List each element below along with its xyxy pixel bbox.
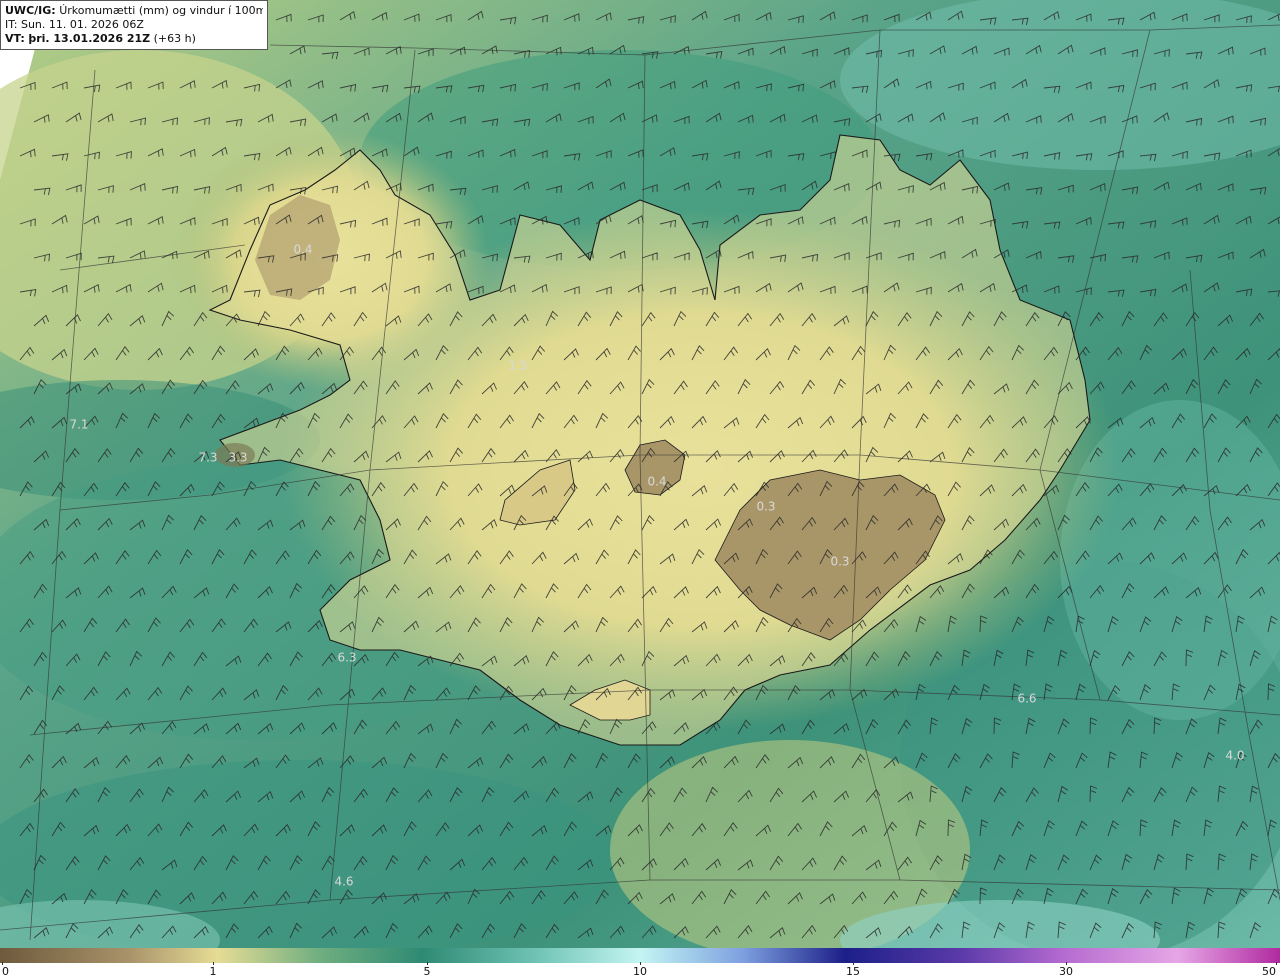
colorbar: 0 1 5 10 15 30 50 <box>0 948 1280 978</box>
colorbar-tick-label: 1 <box>209 965 217 978</box>
colorbar-tick-label: 5 <box>423 965 431 978</box>
map-header: UWC/IG: Úrkomumætti (mm) og vindur í 100… <box>0 0 268 50</box>
value-label-west-sea: 7.1 <box>69 418 88 432</box>
value-label-westfjords: 0.4 <box>293 243 312 257</box>
value-label-south-sea: 4.6 <box>334 875 353 889</box>
colorbar-tick-label: 30 <box>1059 965 1073 978</box>
header-init-time: IT: Sun. 11. 01. 2026 06Z <box>5 18 144 31</box>
colorbar-tick-label: 0 <box>2 965 9 978</box>
value-label-snaefellsnes-b: 3.3 <box>228 451 247 465</box>
colorbar-gradient <box>0 948 1280 963</box>
header-parameter: Úrkomumætti (mm) og vindur í 100m hæð <box>59 4 263 17</box>
colorbar-tick-label: 50 <box>1262 965 1276 978</box>
value-label-vatnajokull-s: 0.3 <box>830 555 849 569</box>
header-model: UWC/IG: <box>5 4 56 17</box>
value-label-langjokull: 0.4 <box>647 475 666 489</box>
colorbar-tick-mark <box>213 962 214 965</box>
colorbar-tick-label: 15 <box>846 965 860 978</box>
header-title: UWC/IG: Úrkomumætti (mm) og vindur í 100… <box>5 4 263 18</box>
colorbar-tick-mark <box>1066 962 1067 965</box>
colorbar-tick-mark <box>427 962 428 965</box>
value-label-vatnajokull-n: 0.3 <box>756 500 775 514</box>
precipitation-wind-map: 0.4 1.5 7.1 7.3 3.3 0.4 0.3 0.3 6.3 6.6 4.0 4.6 <box>0 0 1280 948</box>
header-vt-date: þri. 13.01.2026 21Z <box>28 32 151 45</box>
colorbar-tick-label: 10 <box>633 965 647 978</box>
colorbar-tick-mark <box>2 962 3 965</box>
header-vt-offset: (+63 h) <box>153 32 196 45</box>
colorbar-tick-mark <box>640 962 641 965</box>
colorbar-tick-mark <box>853 962 854 965</box>
value-label-north: 1.5 <box>508 359 527 373</box>
value-label-east-sea: 4.0 <box>1225 749 1244 763</box>
header-valid-time: VT: þri. 13.01.2026 21Z (+63 h) <box>5 32 263 46</box>
header-vt-label: VT: <box>5 32 25 45</box>
value-label-reykjanes: 6.3 <box>337 651 356 665</box>
value-label-snaefellsnes-a: 7.3 <box>198 451 217 465</box>
value-label-southeast-sea: 6.6 <box>1017 692 1036 706</box>
colorbar-tick-mark <box>1276 962 1277 965</box>
